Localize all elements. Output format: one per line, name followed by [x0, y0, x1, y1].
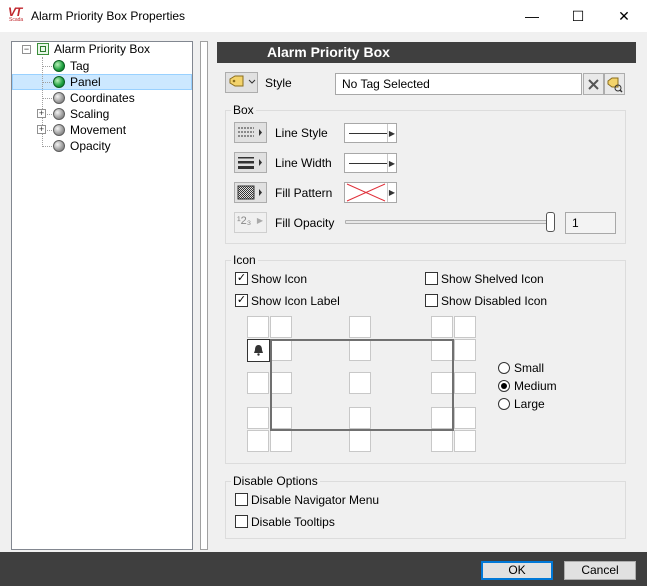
line-width-button[interactable]: [234, 152, 267, 173]
show-disabled-icon-label: Show Disabled Icon: [441, 294, 548, 308]
line-width-icon: [238, 157, 262, 169]
tag-icon: [229, 75, 256, 87]
icon-position-cell[interactable]: [431, 430, 453, 452]
tag-status-icon: [53, 60, 65, 72]
show-icon-checkbox[interactable]: ✓: [235, 272, 248, 285]
numeric-icon: ¹2₃: [237, 215, 252, 227]
tree-item-scaling[interactable]: Scaling: [70, 106, 109, 122]
size-medium-label: Medium: [514, 379, 557, 393]
disable-options-group: [225, 481, 626, 539]
disable-navigator-menu-checkbox[interactable]: [235, 493, 248, 506]
no-fill-icon: [346, 183, 386, 202]
disable-options-title: Disable Options: [231, 474, 320, 488]
show-shelved-icon-label: Show Shelved Icon: [441, 272, 544, 286]
icon-position-cell[interactable]: [270, 316, 292, 338]
icon-position-cell[interactable]: [349, 430, 371, 452]
style-field[interactable]: No Tag Selected: [335, 73, 582, 95]
line-style-button[interactable]: [234, 122, 267, 143]
fill-opacity-slider-thumb[interactable]: [546, 212, 555, 232]
fill-opacity-value[interactable]: 1: [565, 212, 616, 234]
fill-opacity-label: Fill Opacity: [275, 216, 335, 230]
line-style-dropdown[interactable]: ▶: [344, 123, 397, 143]
bell-icon: [254, 345, 263, 356]
fill-pattern-dropdown[interactable]: ▶: [344, 182, 397, 203]
panel-splitter[interactable]: [200, 41, 208, 550]
disable-navigator-menu-label: Disable Navigator Menu: [251, 493, 380, 507]
clear-icon: [588, 79, 599, 90]
maximize-button[interactable]: ☐: [555, 0, 601, 32]
icon-position-cell[interactable]: [454, 430, 476, 452]
box-group-title: Box: [231, 103, 256, 117]
show-icon-label-checkbox[interactable]: ✓: [235, 294, 248, 307]
icon-position-cell[interactable]: [247, 407, 269, 429]
icon-position-cell[interactable]: [431, 316, 453, 338]
line-style-icon: [238, 127, 262, 137]
disable-tooltips-checkbox[interactable]: [235, 515, 248, 528]
panel-status-icon: [53, 76, 65, 88]
icon-position-cell[interactable]: [454, 372, 476, 394]
icon-position-cell[interactable]: [270, 430, 292, 452]
tag-browse-icon: [607, 77, 623, 93]
tree-item-coordinates[interactable]: Coordinates: [70, 90, 135, 106]
app-logo: VT Scada: [8, 5, 26, 23]
size-medium-radio[interactable]: [498, 380, 510, 392]
tree-item-panel[interactable]: Panel: [70, 74, 101, 90]
style-tag-button[interactable]: [225, 72, 258, 93]
box-preview: [270, 339, 454, 431]
icon-position-cell[interactable]: [349, 316, 371, 338]
logo-subtext: Scada: [9, 17, 24, 23]
coordinates-status-icon: [53, 92, 65, 104]
alarm-box-icon: [37, 43, 49, 55]
icon-group-title: Icon: [231, 253, 258, 267]
icon-position-cell[interactable]: [454, 407, 476, 429]
opacity-status-icon: [53, 140, 65, 152]
expand-scaling-icon[interactable]: +: [37, 109, 46, 118]
line-style-label: Line Style: [275, 126, 328, 140]
ok-button[interactable]: OK: [481, 561, 553, 580]
show-icon-label: Show Icon: [251, 272, 308, 286]
expand-movement-icon[interactable]: +: [37, 125, 46, 134]
line-width-label: Line Width: [275, 156, 332, 170]
icon-position-selected[interactable]: [247, 339, 270, 362]
scaling-status-icon: [53, 108, 65, 120]
fill-pattern-icon: [237, 185, 262, 200]
size-small-radio[interactable]: [498, 362, 510, 374]
window-title: Alarm Priority Box Properties: [31, 9, 186, 23]
size-large-radio[interactable]: [498, 398, 510, 410]
icon-position-cell[interactable]: [247, 316, 269, 338]
icon-position-cell[interactable]: [247, 430, 269, 452]
size-small-label: Small: [514, 361, 545, 375]
collapse-icon[interactable]: −: [22, 45, 31, 54]
fill-pattern-label: Fill Pattern: [275, 186, 333, 200]
close-button[interactable]: ✕: [601, 0, 647, 32]
cancel-button[interactable]: Cancel: [564, 561, 636, 580]
clear-style-button[interactable]: [583, 73, 604, 95]
fill-pattern-button[interactable]: [234, 182, 267, 203]
show-disabled-icon-checkbox[interactable]: [425, 294, 438, 307]
movement-status-icon: [53, 124, 65, 136]
icon-position-cell[interactable]: [454, 316, 476, 338]
tree-item-movement[interactable]: Movement: [70, 122, 126, 138]
style-label: Style: [265, 76, 292, 90]
icon-position-cell[interactable]: [454, 339, 476, 361]
minimize-button[interactable]: —: [509, 0, 555, 32]
panel-header: Alarm Priority Box: [217, 42, 636, 63]
fill-opacity-button[interactable]: ¹2₃ ▶: [234, 212, 267, 233]
line-width-dropdown[interactable]: ▶: [344, 153, 397, 173]
tree-item-opacity[interactable]: Opacity: [70, 138, 111, 154]
show-icon-label-text: Show Icon Label: [251, 294, 340, 308]
size-large-label: Large: [514, 397, 545, 411]
disable-tooltips-label: Disable Tooltips: [251, 515, 335, 529]
browse-style-button[interactable]: [604, 73, 625, 95]
arrow-right-icon: ▶: [256, 216, 263, 225]
tree-selection-highlight: [12, 74, 192, 90]
fill-opacity-track[interactable]: [345, 220, 555, 224]
show-shelved-icon-checkbox[interactable]: [425, 272, 438, 285]
tree-root-alarm-priority-box[interactable]: Alarm Priority Box: [54, 41, 150, 57]
icon-position-cell[interactable]: [247, 372, 269, 394]
tree-item-tag[interactable]: Tag: [70, 58, 89, 74]
